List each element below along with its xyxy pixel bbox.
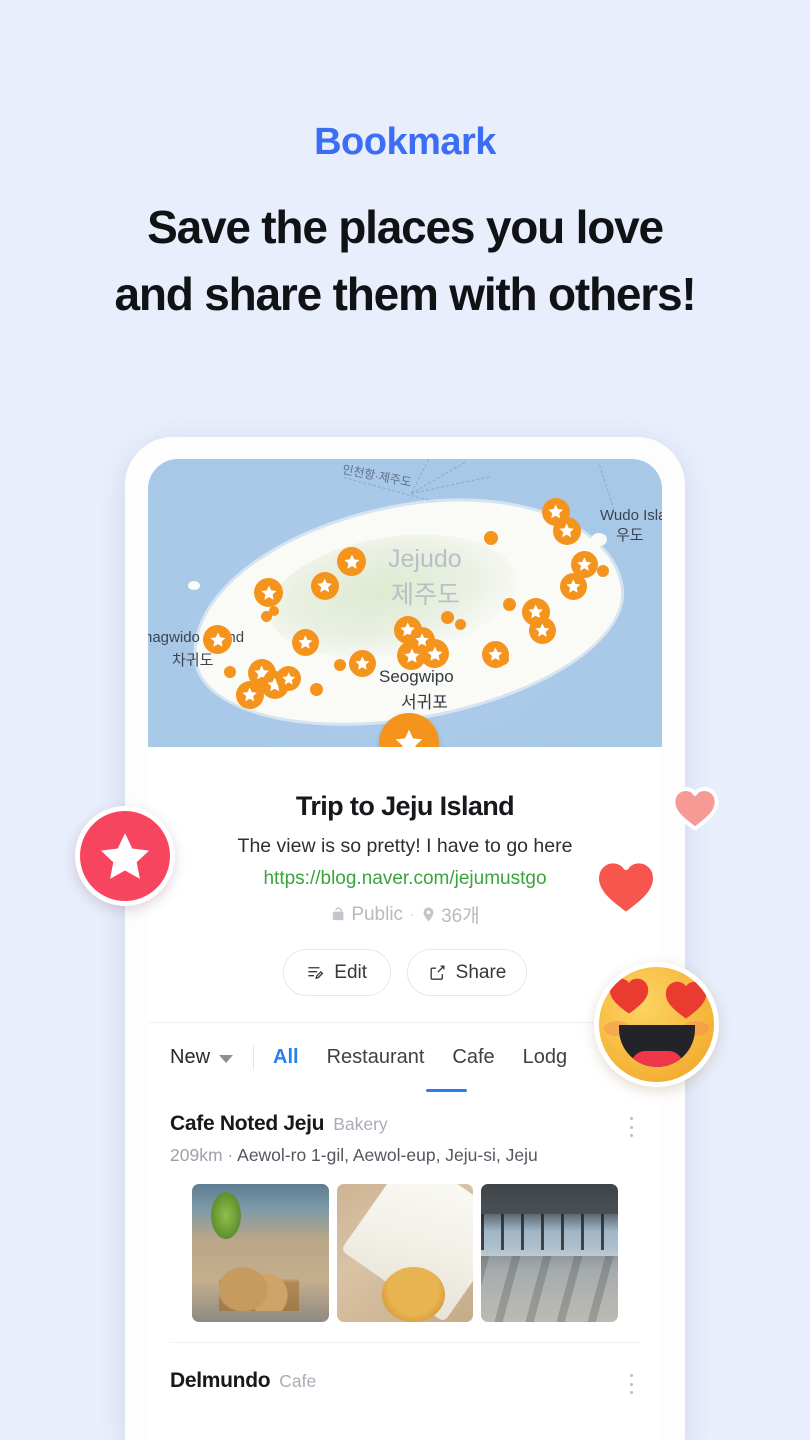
bookmark-meta: Public · 36개 — [148, 901, 662, 928]
tab-all[interactable]: All — [273, 1046, 299, 1069]
bookmark-description: The view is so pretty! I have to go here — [237, 835, 573, 857]
place-count-label: 36개 — [441, 906, 480, 927]
meta-separator: · — [409, 906, 415, 923]
islet-shape — [591, 533, 607, 546]
category-tabs: All Restaurant Cafe Lodg — [273, 1046, 567, 1069]
map-star-marker[interactable] — [236, 681, 264, 709]
tab-restaurant[interactable]: Restaurant — [327, 1046, 425, 1069]
emoji-mouth — [619, 1025, 695, 1067]
emoji-heart-eye-left — [609, 978, 649, 1014]
place-photo-rice-cake[interactable] — [336, 1184, 474, 1322]
tabbar-divider — [253, 1045, 255, 1070]
place-photo-strip — [170, 1166, 640, 1342]
promo-eyebrow: Bookmark — [314, 121, 496, 163]
map-dot-marker[interactable] — [269, 606, 279, 616]
map-view[interactable]: 인천항·제주도 Jejudo 제주도 Seogwipo 서귀포 Wudo Isl… — [148, 459, 662, 747]
place-address: Aewol-ro 1-gil, Aewol-eup, Jeju-si, Jeju — [237, 1145, 538, 1165]
map-dot-marker[interactable] — [441, 611, 454, 624]
place-photo-cafe-interior[interactable] — [192, 1184, 329, 1322]
promo-header: Bookmark Save the places you love and sh… — [0, 0, 810, 327]
map-star-marker[interactable] — [276, 666, 301, 691]
promo-headline-line-1: Save the places you love — [147, 201, 664, 253]
map-star-marker[interactable] — [203, 625, 232, 654]
phone-mockup: 인천항·제주도 Jejudo 제주도 Seogwipo 서귀포 Wudo Isl… — [125, 437, 685, 1440]
emoji-tongue — [631, 1051, 683, 1067]
tab-lodging[interactable]: Lodg — [523, 1046, 568, 1069]
sort-dropdown[interactable]: New — [170, 1046, 234, 1069]
map-dot-marker[interactable] — [310, 683, 323, 696]
list-item[interactable]: Delmundo Cafe — [148, 1343, 662, 1394]
share-icon — [430, 965, 445, 980]
place-row-head: Cafe Noted Jeju Bakery — [170, 1112, 640, 1136]
star-icon — [100, 833, 150, 879]
bookmark-link[interactable]: https://blog.naver.com/jejumustgo — [148, 868, 662, 890]
map-pin-icon — [423, 907, 434, 922]
place-category: Cafe — [279, 1371, 317, 1391]
map-dot-marker[interactable] — [503, 598, 516, 611]
list-item[interactable]: Cafe Noted Jeju Bakery 209km · Aewol-ro … — [148, 1092, 662, 1342]
islet-shape — [188, 581, 200, 590]
place-row-head: Delmundo Cafe — [170, 1369, 640, 1393]
place-name: Cafe Noted Jeju — [170, 1112, 325, 1135]
map-star-marker[interactable] — [254, 578, 283, 607]
map-star-marker[interactable] — [349, 650, 376, 677]
place-category: Bakery — [333, 1114, 388, 1134]
place-sub-separator: · — [227, 1145, 238, 1165]
heart-icon — [593, 857, 659, 918]
map-dot-marker[interactable] — [455, 619, 466, 630]
bookmark-title: Trip to Jeju Island — [295, 791, 515, 821]
heart-sticker-small — [671, 785, 719, 831]
promo-headline-line-2: and share them with others! — [114, 267, 696, 320]
map-dot-marker[interactable] — [224, 666, 236, 678]
heart-icon — [671, 787, 719, 831]
place-row-sub: 209km · Aewol-ro 1-gil, Aewol-eup, Jeju-… — [170, 1145, 640, 1166]
place-distance: 209km — [170, 1145, 223, 1165]
edit-button-label: Edit — [334, 961, 368, 983]
place-count: 36개 — [420, 901, 480, 928]
heart-eyes-emoji-sticker — [594, 962, 719, 1087]
map-dot-marker[interactable] — [334, 659, 346, 671]
map-dot-marker[interactable] — [597, 565, 609, 577]
filter-tabbar: New All Restaurant Cafe Lodg — [148, 1022, 662, 1092]
map-star-marker[interactable] — [409, 627, 435, 653]
map-star-marker[interactable] — [560, 573, 587, 600]
edit-button[interactable]: Edit — [282, 949, 391, 996]
bookmark-info-card: Trip to Jeju Island The view is so prett… — [148, 747, 662, 1022]
promo-headline: Save the places you love and share them … — [0, 194, 810, 327]
visibility-status: Public — [330, 904, 403, 926]
map-dot-marker[interactable] — [484, 531, 498, 545]
phone-screen: 인천항·제주도 Jejudo 제주도 Seogwipo 서귀포 Wudo Isl… — [148, 459, 662, 1440]
place-photo-glass-wall-cafe[interactable] — [481, 1184, 619, 1322]
card-actions: Edit Share — [148, 949, 662, 1022]
tab-cafe[interactable]: Cafe — [452, 1046, 494, 1069]
more-options-icon[interactable] — [620, 1114, 642, 1140]
emoji-heart-eye-right — [665, 981, 707, 1019]
place-name: Delmundo — [170, 1369, 271, 1392]
map-star-marker[interactable] — [337, 547, 366, 576]
islet-shape — [234, 625, 243, 632]
map-star-marker[interactable] — [311, 572, 339, 600]
pink-star-sticker — [75, 806, 175, 906]
edit-icon — [308, 967, 324, 980]
sort-dropdown-value: New — [170, 1046, 211, 1068]
place-list: Cafe Noted Jeju Bakery 209km · Aewol-ro … — [148, 1092, 662, 1394]
chevron-down-icon — [219, 1054, 234, 1063]
share-button[interactable]: Share — [406, 949, 528, 996]
map-star-marker[interactable] — [482, 641, 509, 668]
map-star-marker[interactable] — [529, 617, 556, 644]
map-star-marker[interactable] — [553, 517, 581, 545]
heart-sticker — [593, 855, 659, 918]
share-button-label: Share — [455, 961, 507, 983]
more-options-icon[interactable] — [620, 1371, 642, 1397]
map-star-marker[interactable] — [292, 629, 319, 656]
visibility-label: Public — [351, 903, 404, 925]
unlock-icon — [333, 907, 344, 921]
